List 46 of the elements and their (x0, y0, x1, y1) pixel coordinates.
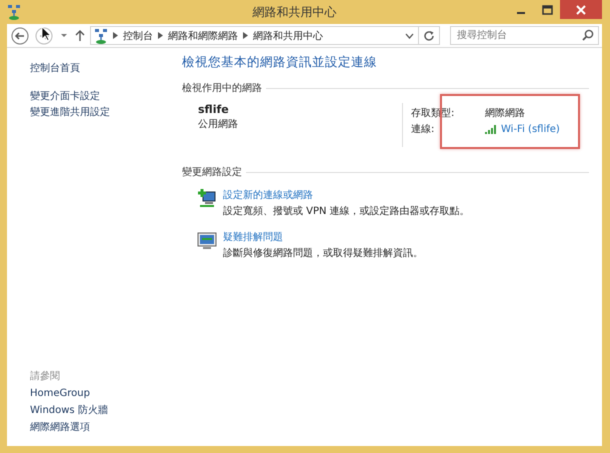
network-icon (94, 28, 108, 44)
see-also-link[interactable]: Windows 防火牆 (30, 402, 108, 419)
sidebar-link[interactable]: 控制台首頁 (30, 61, 80, 77)
caret-icon (60, 32, 68, 38)
up-arrow-icon (75, 30, 85, 42)
field-value: 網際網路 (485, 107, 526, 120)
refresh-icon (423, 30, 435, 42)
search-icon (582, 29, 594, 41)
address-bar[interactable]: 控制台 網路和網際網路 網路和共用中心 (90, 26, 419, 45)
section-heading: 檢視作用中的網路 (182, 82, 262, 95)
close-icon (576, 4, 586, 14)
close-button[interactable] (560, 0, 602, 19)
back-button[interactable] (10, 26, 30, 46)
up-button[interactable] (74, 28, 86, 44)
maximize-icon (542, 4, 552, 14)
monitor-icon (197, 230, 217, 250)
network-icon (7, 4, 21, 20)
network-name: sflife (198, 103, 230, 116)
refresh-button[interactable] (418, 26, 440, 45)
field-label: 存取類型: (411, 106, 456, 120)
see-also-heading: 請參閱 (30, 370, 60, 384)
task-description: 設定寬頻、撥號或 VPN 連線，或設定路由器或存取點。 (223, 204, 470, 218)
signal-bars-icon (485, 124, 498, 134)
chevron-icon (113, 32, 118, 39)
see-also-link[interactable]: 網際網路選項 (30, 419, 90, 436)
chevron-icon (243, 32, 248, 39)
sidebar-link[interactable]: 變更進階共用設定 (30, 105, 110, 121)
breadcrumb-item[interactable]: 網路和網際網路 (168, 28, 238, 42)
task-description: 診斷與修復網路問題，或取得疑難排解資訊。 (223, 246, 423, 260)
breadcrumb-item[interactable]: 控制台 (123, 28, 153, 42)
connection-link[interactable]: Wi-Fi (sflife) (501, 124, 560, 134)
field-label: 連線: (411, 122, 436, 136)
see-also-link[interactable]: HomeGroup (30, 385, 90, 402)
network-plus-icon (197, 188, 217, 208)
breadcrumb-item[interactable]: 網路和共用中心 (253, 28, 323, 42)
chevron-down-icon[interactable] (405, 32, 414, 38)
chevron-icon (158, 32, 163, 39)
page-title: 檢視您基本的網路資訊並設定連線 (182, 53, 378, 71)
network-type: 公用網路 (198, 118, 239, 131)
window-title: 網路和共用中心 (252, 4, 336, 20)
task-link[interactable]: 設定新的連線或網路 (223, 188, 313, 202)
minimize-icon (517, 12, 525, 14)
section-heading: 變更網路設定 (182, 166, 242, 179)
task-link[interactable]: 疑難排解問題 (223, 230, 283, 244)
sidebar-link[interactable]: 變更介面卡設定 (30, 89, 100, 105)
search-field[interactable]: 搜尋控制台 (450, 26, 599, 45)
